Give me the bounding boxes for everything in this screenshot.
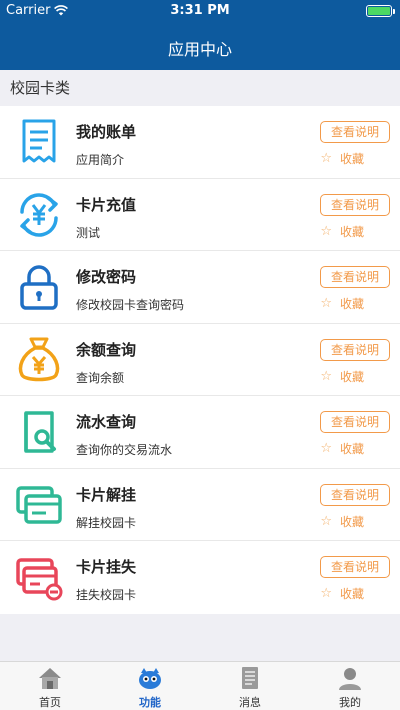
search-doc-icon bbox=[24, 411, 56, 453]
list-item-bill[interactable]: 我的账单 应用简介 查看说明 ☆ 收藏 bbox=[0, 106, 400, 179]
favorite-toggle[interactable]: ☆ 收藏 bbox=[320, 513, 364, 530]
favorite-label: 收藏 bbox=[339, 514, 364, 529]
list-item-card-unfreeze[interactable]: 卡片解挂 解挂校园卡 查看说明 ☆ 收藏 bbox=[0, 469, 400, 541]
item-title: 卡片挂失 bbox=[76, 558, 137, 576]
bill-icon bbox=[22, 119, 56, 163]
tab-function[interactable]: 功能 bbox=[100, 662, 200, 710]
tab-label: 消息 bbox=[239, 696, 261, 709]
item-desc: 修改校园卡查询密码 bbox=[76, 298, 185, 312]
favorite-toggle[interactable]: ☆ 收藏 bbox=[320, 295, 364, 312]
lock-icon bbox=[20, 265, 58, 310]
money-bag-icon bbox=[18, 337, 60, 381]
favorite-label: 收藏 bbox=[339, 224, 364, 239]
app-header: Carrier 3:31 PM 应用中心 bbox=[0, 0, 400, 70]
tab-home[interactable]: 首页 bbox=[0, 662, 100, 710]
star-icon: ☆ bbox=[320, 368, 332, 384]
favorite-toggle[interactable]: ☆ 收藏 bbox=[320, 368, 364, 385]
item-title: 余额查询 bbox=[76, 340, 137, 359]
profile-icon bbox=[339, 668, 361, 690]
star-icon: ☆ bbox=[320, 586, 332, 601]
item-title: 卡片充值 bbox=[76, 195, 137, 214]
star-icon: ☆ bbox=[320, 151, 332, 166]
item-title: 修改密码 bbox=[76, 268, 137, 286]
star-icon: ☆ bbox=[320, 513, 332, 529]
item-desc: 解挂校园卡 bbox=[76, 515, 137, 530]
tab-messages[interactable]: 消息 bbox=[200, 662, 300, 710]
view-detail-button[interactable]: 查看说明 bbox=[320, 266, 390, 288]
page-title: 应用中心 bbox=[167, 40, 232, 59]
tab-label: 功能 bbox=[139, 696, 161, 709]
status-bar: Carrier 3:31 PM bbox=[0, 0, 400, 22]
item-desc: 查询余额 bbox=[76, 370, 125, 385]
list-item-balance[interactable]: 余额查询 查询余额 查看说明 ☆ 收藏 bbox=[0, 324, 400, 396]
function-icon bbox=[139, 668, 161, 689]
star-icon: ☆ bbox=[320, 441, 332, 456]
favorite-toggle[interactable]: ☆ 收藏 bbox=[320, 223, 364, 240]
tab-bar: 首页 功能 消息 我的 bbox=[0, 661, 400, 710]
message-icon bbox=[242, 667, 258, 689]
view-detail-button[interactable]: 查看说明 bbox=[320, 121, 390, 143]
app-list: 我的账单 应用简介 查看说明 ☆ 收藏 卡片充值 测试 查看说明 ☆ 收藏 修改… bbox=[0, 106, 400, 614]
list-item-transactions[interactable]: 流水查询 查询你的交易流水 查看说明 ☆ 收藏 bbox=[0, 396, 400, 469]
favorite-toggle[interactable]: ☆ 收藏 bbox=[320, 150, 364, 167]
tab-label: 首页 bbox=[39, 696, 61, 709]
favorite-label: 收藏 bbox=[339, 369, 364, 384]
item-desc: 应用简介 bbox=[76, 153, 125, 167]
list-item-change-password[interactable]: 修改密码 修改校园卡查询密码 查看说明 ☆ 收藏 bbox=[0, 251, 400, 324]
view-detail-button[interactable]: 查看说明 bbox=[320, 411, 390, 433]
home-icon bbox=[39, 668, 61, 689]
view-detail-button[interactable]: 查看说明 bbox=[320, 338, 390, 361]
battery-icon bbox=[366, 5, 392, 17]
list-item-card-lost[interactable]: 卡片挂失 挂失校园卡 查看说明 ☆ 收藏 bbox=[0, 541, 400, 614]
item-desc: 挂失校园卡 bbox=[76, 588, 137, 602]
item-title: 卡片解挂 bbox=[76, 485, 137, 504]
item-title: 流水查询 bbox=[76, 413, 137, 431]
view-detail-button[interactable]: 查看说明 bbox=[320, 556, 390, 578]
view-detail-button[interactable]: 查看说明 bbox=[320, 193, 390, 216]
favorite-label: 收藏 bbox=[339, 152, 364, 166]
card-lost-icon bbox=[16, 558, 63, 601]
favorite-toggle[interactable]: ☆ 收藏 bbox=[320, 585, 364, 602]
list-item-recharge[interactable]: 卡片充值 测试 查看说明 ☆ 收藏 bbox=[0, 179, 400, 251]
recharge-icon bbox=[20, 192, 58, 237]
card-unlock-icon bbox=[16, 485, 62, 524]
battery-tip bbox=[393, 9, 395, 14]
favorite-toggle[interactable]: ☆ 收藏 bbox=[320, 440, 364, 457]
star-icon: ☆ bbox=[320, 223, 332, 239]
star-icon: ☆ bbox=[320, 296, 332, 311]
tab-label: 我的 bbox=[339, 696, 361, 709]
status-time: 3:31 PM bbox=[170, 3, 230, 18]
favorite-label: 收藏 bbox=[339, 442, 364, 456]
section-title: 校园卡类 bbox=[0, 70, 400, 106]
favorite-label: 收藏 bbox=[339, 587, 364, 601]
item-desc: 查询你的交易流水 bbox=[76, 443, 173, 457]
item-title: 我的账单 bbox=[76, 123, 137, 141]
tab-profile[interactable]: 我的 bbox=[300, 662, 400, 710]
view-detail-button[interactable]: 查看说明 bbox=[320, 483, 390, 506]
favorite-label: 收藏 bbox=[339, 297, 364, 311]
item-desc: 测试 bbox=[76, 225, 101, 240]
